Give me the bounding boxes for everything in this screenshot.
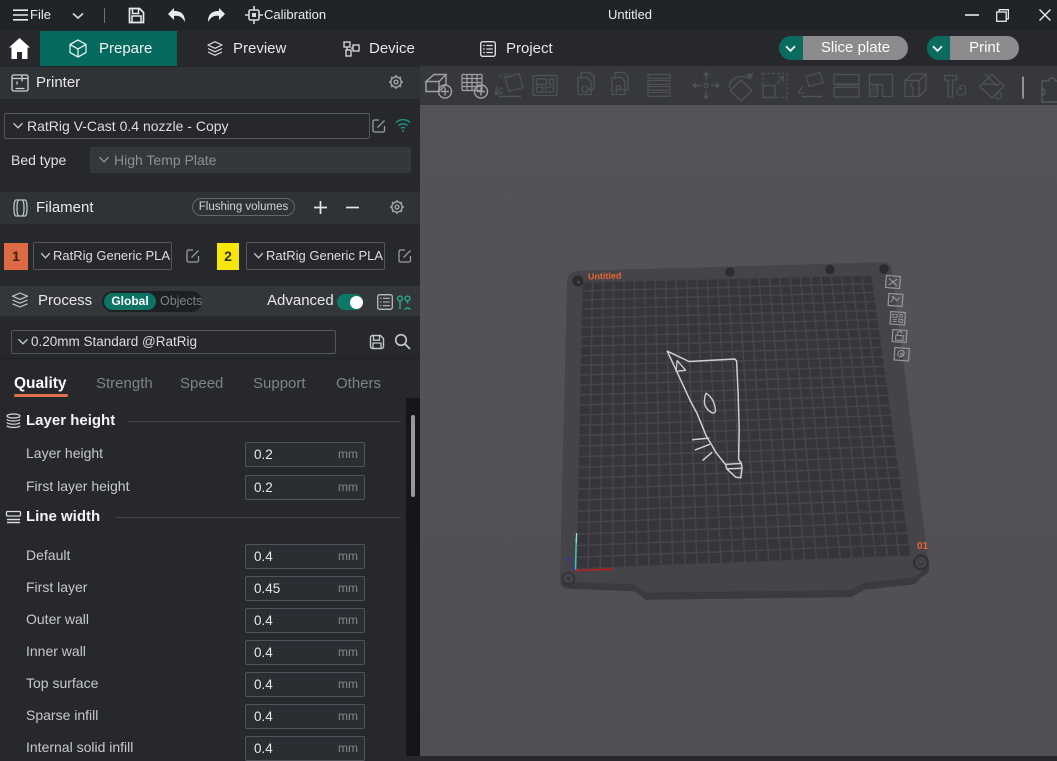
svg-text:01: 01 — [917, 541, 929, 552]
svg-text:P: P — [615, 85, 622, 96]
svg-text:Untitled: Untitled — [588, 271, 622, 282]
svg-text:AUTO: AUTO — [498, 74, 512, 80]
svg-text:O: O — [581, 85, 589, 96]
